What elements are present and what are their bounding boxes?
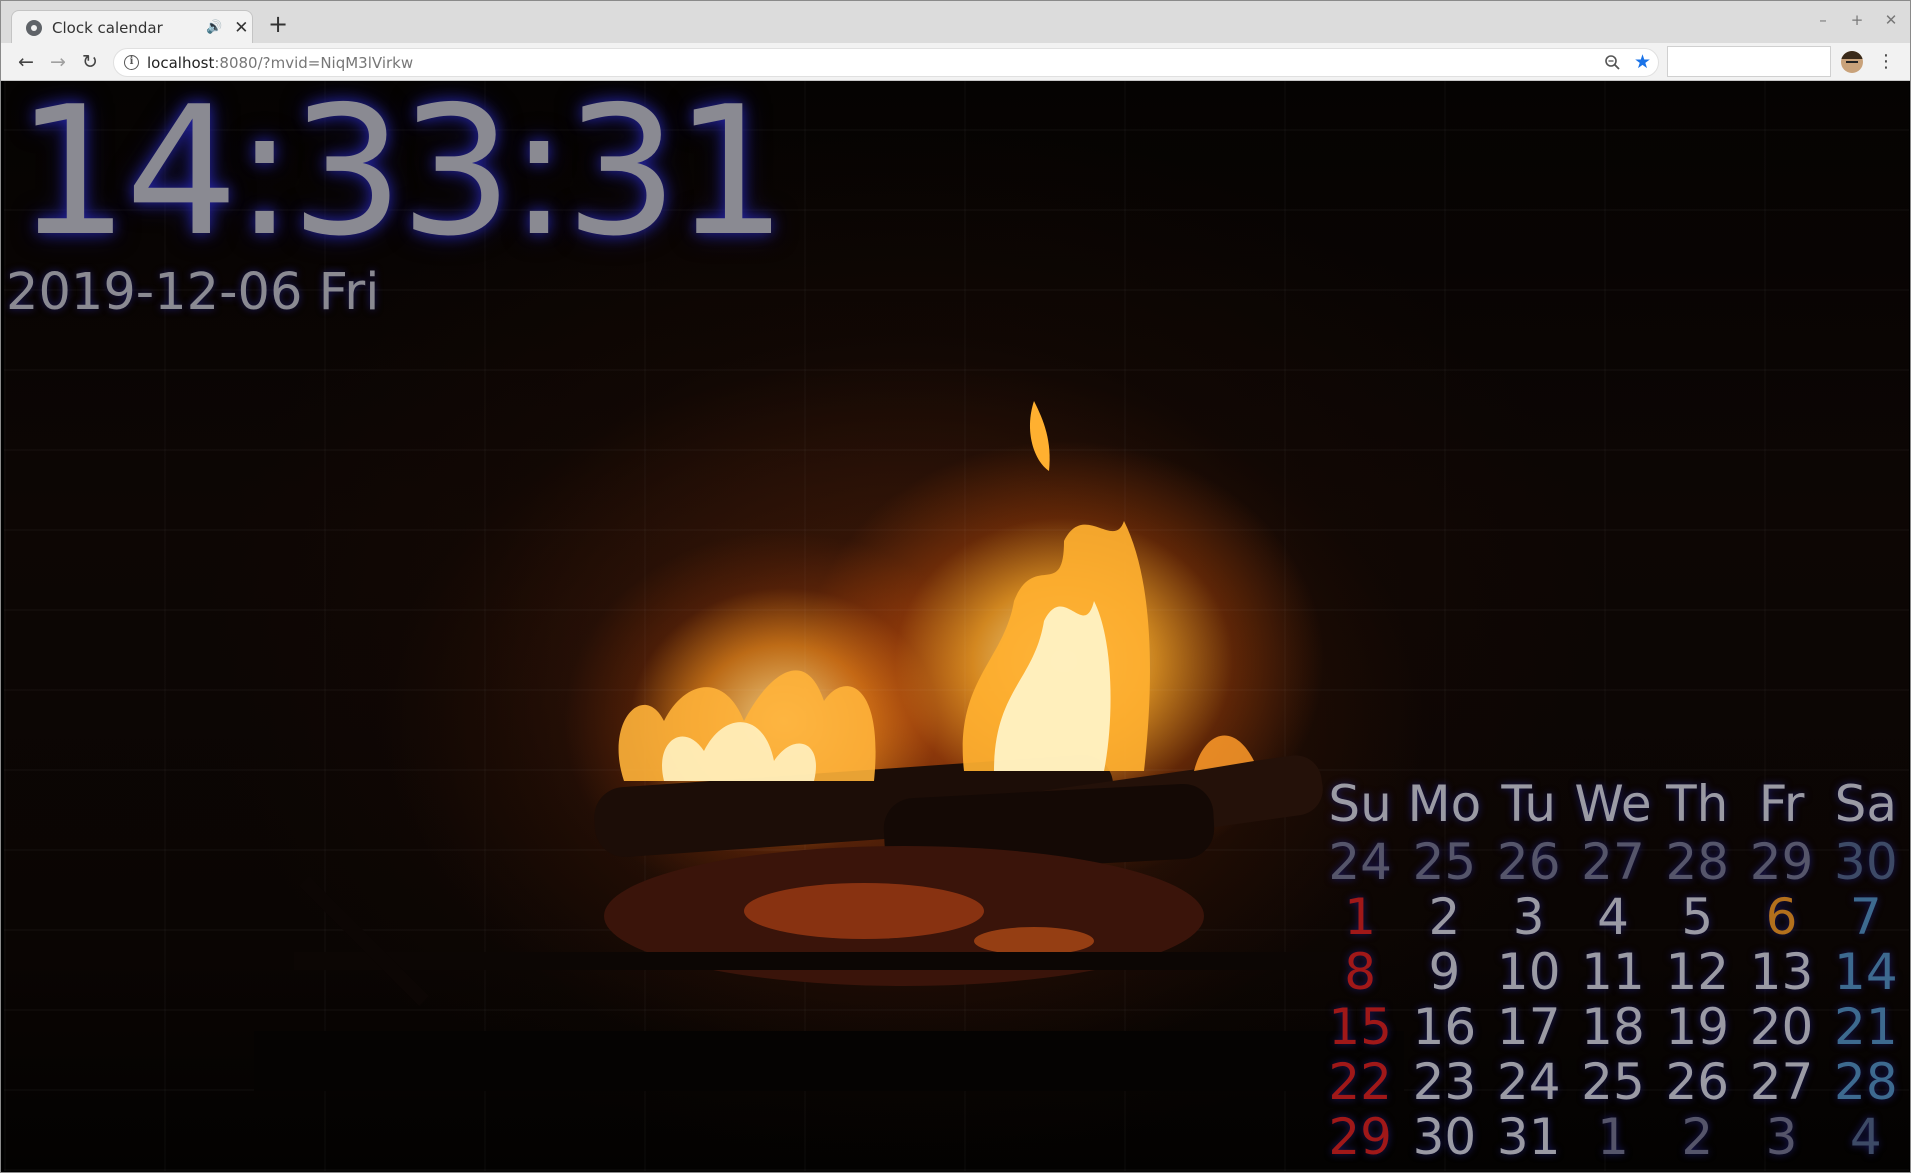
calendar-week-row: 8 9 10 11 12 13 14 (1318, 943, 1908, 1001)
arrow-right-icon[interactable]: → (46, 50, 70, 74)
calendar-day: 23 (1412, 1053, 1477, 1111)
maximize-icon[interactable]: + (1847, 11, 1867, 29)
close-icon[interactable]: ✕ (234, 18, 248, 38)
calendar-day: 28 (1834, 1053, 1898, 1111)
url-host: localhost (147, 54, 215, 72)
reload-icon[interactable]: ↻ (78, 50, 102, 74)
calendar-day: 18 (1581, 998, 1645, 1056)
magnifier-icon[interactable] (1604, 54, 1621, 71)
browser-toolbar: ← → ↻ i localhost:8080/?mvid=NiqM3lVirkw… (1, 43, 1910, 81)
calendar-day: 11 (1581, 943, 1645, 1001)
window-close-icon[interactable]: ✕ (1881, 11, 1901, 29)
calendar-day: 4 (1849, 1108, 1882, 1166)
calendar-weekday-header: Su Mo Tu We Th Fr Sa (1318, 776, 1908, 834)
weekday-fr: Fr (1758, 775, 1805, 833)
calendar-week-row: 29 30 31 1 2 3 4 (1318, 1108, 1908, 1166)
star-icon[interactable]: ★ (1634, 51, 1651, 73)
calendar-weeks: 24 25 26 27 28 29 30 1 2 3 4 5 6 7 8 9 10 11 12 13 14 15 16 17 1… (1318, 833, 1908, 1166)
arrow-left-icon[interactable]: ← (14, 50, 38, 74)
speaker-icon[interactable]: 🔊 (206, 20, 222, 35)
weekday-we: We (1574, 775, 1652, 833)
calendar-day: 28 (1665, 833, 1730, 891)
calendar-day: 2 (1428, 888, 1461, 946)
avatar[interactable] (1841, 51, 1863, 73)
calendar-day: 19 (1665, 998, 1730, 1056)
calendar-day: 10 (1496, 943, 1561, 1001)
calendar-day: 7 (1849, 888, 1882, 946)
new-tab-button[interactable]: + (265, 11, 291, 37)
calendar-day: 29 (1328, 1108, 1392, 1166)
calendar-day: 3 (1512, 888, 1545, 946)
calendar-week-row: 15 16 17 18 19 20 21 (1318, 998, 1908, 1056)
calendar-day: 24 (1496, 1053, 1561, 1111)
calendar-day: 25 (1581, 1053, 1645, 1111)
calendar-day: 2 (1681, 1108, 1714, 1166)
kebab-menu-icon[interactable]: ⋮ (1877, 50, 1895, 74)
tab-strip: Clock calendar 🔊 ✕ + – + ✕ (1, 1, 1910, 44)
calendar-day: 17 (1496, 998, 1561, 1056)
month-calendar: Su Mo Tu We Th Fr Sa 24 25 26 27 28 29 30 1 2 3 4 5… (1318, 776, 1908, 1166)
calendar-day: 5 (1681, 888, 1714, 946)
weekday-th: Th (1666, 775, 1729, 833)
calendar-day: 4 (1597, 888, 1629, 946)
info-icon[interactable]: i (124, 55, 139, 70)
calendar-day: 30 (1412, 1108, 1477, 1166)
calendar-day: 12 (1665, 943, 1730, 1001)
clock-time: 14:33:31 (16, 81, 787, 275)
calendar-day: 29 (1749, 833, 1814, 891)
calendar-day: 13 (1749, 943, 1814, 1001)
calendar-day: 21 (1834, 998, 1898, 1056)
calendar-day: 26 (1665, 1053, 1730, 1111)
calendar-week-row: 22 23 24 25 26 27 28 (1318, 1053, 1908, 1111)
calendar-day: 27 (1581, 833, 1645, 891)
tab-title: Clock calendar (52, 18, 163, 37)
calendar-day: 20 (1749, 998, 1814, 1056)
calendar-day: 16 (1412, 998, 1477, 1056)
weekday-tu: Tu (1501, 775, 1557, 833)
tab-clock-calendar[interactable]: Clock calendar 🔊 ✕ (11, 10, 253, 44)
calendar-day: 24 (1328, 833, 1392, 891)
minimize-icon[interactable]: – (1813, 11, 1833, 29)
calendar-day: 31 (1496, 1108, 1561, 1166)
weekday-sa: Sa (1834, 775, 1898, 833)
weekday-mo: Mo (1407, 775, 1482, 833)
calendar-day: 25 (1412, 833, 1477, 891)
calendar-day: 26 (1496, 833, 1561, 891)
calendar-day: 1 (1597, 1108, 1629, 1166)
calendar-day: 22 (1328, 1053, 1392, 1111)
calendar-day: 1 (1344, 888, 1377, 946)
address-bar[interactable]: i localhost:8080/?mvid=NiqM3lVirkw ★ (113, 48, 1659, 77)
calendar-week-row: 1234567 (1318, 888, 1908, 946)
calendar-day: 27 (1749, 1053, 1814, 1111)
calendar-day: 3 (1765, 1108, 1798, 1166)
calendar-week-row: 24 25 26 27 28 29 30 (1318, 833, 1908, 891)
calendar-day-today: 6 (1765, 888, 1798, 946)
calendar-day: 30 (1834, 833, 1898, 891)
url-path: :8080/?mvid=NiqM3lVirkw (214, 54, 414, 72)
url-text[interactable]: localhost:8080/?mvid=NiqM3lVirkw (147, 54, 413, 72)
extension-input[interactable] (1667, 46, 1831, 77)
page-content: 14:33:31 2019-12-06 Fri Su Mo Tu We Th F… (4, 81, 1909, 1171)
browser-window: Clock calendar 🔊 ✕ + – + ✕ ← → ↻ i local… (0, 0, 1911, 1173)
weekday-su: Su (1328, 775, 1392, 833)
calendar-day: 15 (1328, 998, 1392, 1056)
calendar-day: 14 (1834, 943, 1898, 1001)
calendar-day: 8 (1344, 943, 1377, 1001)
calendar-day: 9 (1428, 943, 1461, 1001)
globe-icon (26, 19, 42, 36)
clock-date: 2019-12-06 Fri (6, 263, 380, 322)
